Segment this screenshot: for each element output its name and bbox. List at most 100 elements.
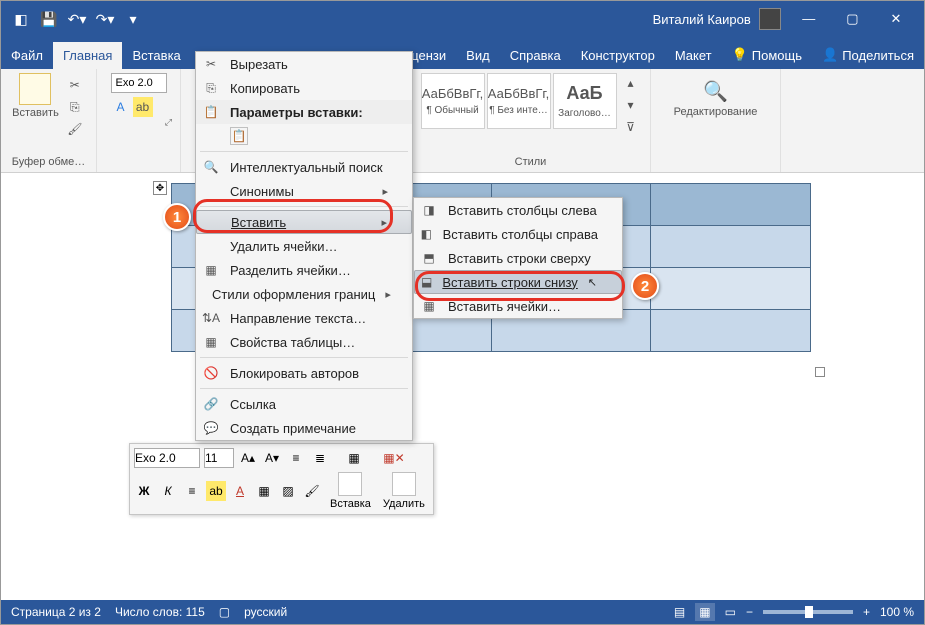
font-effects-button[interactable]: A [111, 97, 131, 117]
paste-button[interactable]: Вставить [12, 73, 59, 139]
submenu-rows-above[interactable]: ⬒Вставить строки сверху [414, 246, 622, 270]
status-words[interactable]: Число слов: 115 [115, 605, 205, 619]
autosave-icon[interactable]: ◧ [9, 7, 33, 31]
mini-delete-button[interactable]: Удалить [379, 472, 429, 510]
menu-block-authors[interactable]: 🚫Блокировать авторов [196, 361, 412, 385]
tab-table-design[interactable]: Конструктор [571, 42, 665, 69]
zoom-slider[interactable] [763, 610, 853, 614]
menu-table-properties[interactable]: ▦Свойства таблицы… [196, 330, 412, 354]
mini-numbering[interactable]: ≣ [310, 448, 330, 468]
zoom-level[interactable]: 100 % [880, 605, 914, 619]
user-area: Виталий Каиров — ▢ ✕ [653, 1, 924, 38]
tab-home[interactable]: Главная [53, 42, 122, 69]
search-icon: 🔍 [202, 158, 220, 176]
mini-font-size[interactable] [204, 448, 234, 468]
mini-highlight[interactable]: ab [206, 481, 226, 501]
mini-font-name[interactable] [134, 448, 200, 468]
format-painter-icon[interactable]: 🖌 [65, 119, 85, 139]
mini-font-color[interactable]: A [230, 481, 250, 501]
submenu-rows-below[interactable]: ⬓Вставить строки снизу↖ [414, 270, 622, 294]
menu-split-cells[interactable]: ▦Разделить ячейки… [196, 258, 412, 282]
menu-border-styles[interactable]: Стили оформления границ [196, 282, 412, 306]
style-no-spacing[interactable]: АаБбВвГг, ¶ Без инте… [487, 73, 551, 129]
mini-format-painter[interactable]: 🖌 [302, 481, 322, 501]
font-dialog-launcher[interactable]: ⤢ [165, 117, 172, 128]
menu-link[interactable]: 🔗Ссылка [196, 392, 412, 416]
view-web-icon[interactable]: ▭ [725, 605, 736, 619]
status-page[interactable]: Страница 2 из 2 [11, 605, 101, 619]
font-group: A ab ⤢ [97, 69, 181, 172]
zoom-out-button[interactable]: − [746, 605, 753, 619]
menu-insert[interactable]: Вставить [196, 210, 412, 234]
insert-submenu: ◨Вставить столбцы слева ◧Вставить столбц… [413, 197, 623, 319]
styles-scroll-up[interactable]: ▴ [621, 73, 641, 93]
mini-italic[interactable]: К [158, 481, 178, 501]
editing-button[interactable]: 🔍 Редактирование [674, 73, 758, 118]
insert-cols-left-icon: ◨ [420, 201, 438, 219]
mini-grow-font[interactable]: A▴ [238, 448, 258, 468]
submenu-cols-right[interactable]: ◧Вставить столбцы справа [414, 222, 622, 246]
tab-view[interactable]: Вид [456, 42, 500, 69]
tab-insert[interactable]: Вставка [122, 42, 190, 69]
mini-shrink-font[interactable]: A▾ [262, 448, 282, 468]
cut-icon[interactable]: ✂ [65, 75, 85, 95]
menu-synonyms[interactable]: Синонимы [196, 179, 412, 203]
maximize-button[interactable]: ▢ [832, 1, 872, 37]
mini-table-icon[interactable]: ▦ [344, 448, 364, 468]
mini-bullets[interactable]: ≡ [286, 448, 306, 468]
tell-me[interactable]: 💡Помощь [722, 41, 812, 69]
copy-icon[interactable]: ⎘ [65, 97, 85, 117]
insert-cols-right-icon: ◧ [420, 225, 433, 243]
status-proofing-icon[interactable]: ▢ [219, 605, 230, 619]
tab-file[interactable]: Файл [1, 42, 53, 69]
qat-dropdown-icon[interactable]: ▾ [121, 7, 145, 31]
table-move-handle[interactable]: ✥ [153, 181, 167, 195]
table-resize-handle[interactable] [815, 367, 825, 377]
clipboard-icon: 📋 [202, 103, 220, 121]
mini-align[interactable]: ≡ [182, 481, 202, 501]
share-button[interactable]: 👤Поделиться [812, 41, 924, 69]
font-name-input[interactable] [111, 73, 167, 93]
view-read-icon[interactable]: ▤ [674, 605, 685, 619]
menu-smart-lookup[interactable]: 🔍Интеллектуальный поиск [196, 155, 412, 179]
split-cells-icon: ▦ [202, 261, 220, 279]
mini-bold[interactable]: Ж [134, 481, 154, 501]
clipboard-group: Вставить ✂ ⎘ 🖌 Буфер обме… [1, 69, 97, 172]
view-print-icon[interactable]: ▦ [695, 603, 714, 621]
redo-icon[interactable]: ↷▾ [93, 7, 117, 31]
save-icon[interactable]: 💾 [37, 7, 61, 31]
styles-scroll-down[interactable]: ▾ [621, 95, 641, 115]
menu-text-direction[interactable]: ⇅AНаправление текста… [196, 306, 412, 330]
tab-help[interactable]: Справка [500, 42, 571, 69]
menu-new-comment[interactable]: 💬Создать примечание [196, 416, 412, 440]
insert-cells-icon: ▦ [420, 297, 438, 315]
insert-rows-above-icon: ⬒ [420, 249, 438, 267]
minimize-button[interactable]: — [789, 1, 829, 37]
user-name[interactable]: Виталий Каиров [653, 12, 751, 27]
paste-keep-source-icon[interactable]: 📋 [230, 127, 248, 145]
style-normal[interactable]: АаБбВвГг, ¶ Обычный [421, 73, 485, 129]
mini-shading[interactable]: ▨ [278, 481, 298, 501]
text-direction-icon: ⇅A [202, 309, 220, 327]
menu-delete-cells[interactable]: Удалить ячейки… [196, 234, 412, 258]
style-heading[interactable]: АаБ Заголово… [553, 73, 617, 129]
menu-cut[interactable]: ✂Вырезать [196, 52, 412, 76]
menu-copy[interactable]: ⎘Копировать [196, 76, 412, 100]
styles-expand[interactable]: ⊽ [621, 117, 641, 137]
mini-borders[interactable]: ▦ [254, 481, 274, 501]
mini-delete-icon[interactable]: ▦✕ [384, 448, 404, 468]
share-icon: 👤 [822, 47, 838, 63]
zoom-in-button[interactable]: + [863, 605, 870, 619]
tab-table-layout[interactable]: Макет [665, 42, 722, 69]
avatar[interactable] [759, 8, 781, 30]
separator [200, 151, 408, 152]
mini-insert-button[interactable]: Вставка [326, 472, 375, 510]
close-button[interactable]: ✕ [876, 1, 916, 37]
submenu-cells[interactable]: ▦Вставить ячейки… [414, 294, 622, 318]
status-language[interactable]: русский [244, 605, 287, 619]
submenu-cols-left[interactable]: ◨Вставить столбцы слева [414, 198, 622, 222]
undo-icon[interactable]: ↶▾ [65, 7, 89, 31]
link-icon: 🔗 [202, 395, 220, 413]
paste-option-buttons[interactable]: 📋 [196, 124, 412, 148]
highlight-button[interactable]: ab [133, 97, 153, 117]
